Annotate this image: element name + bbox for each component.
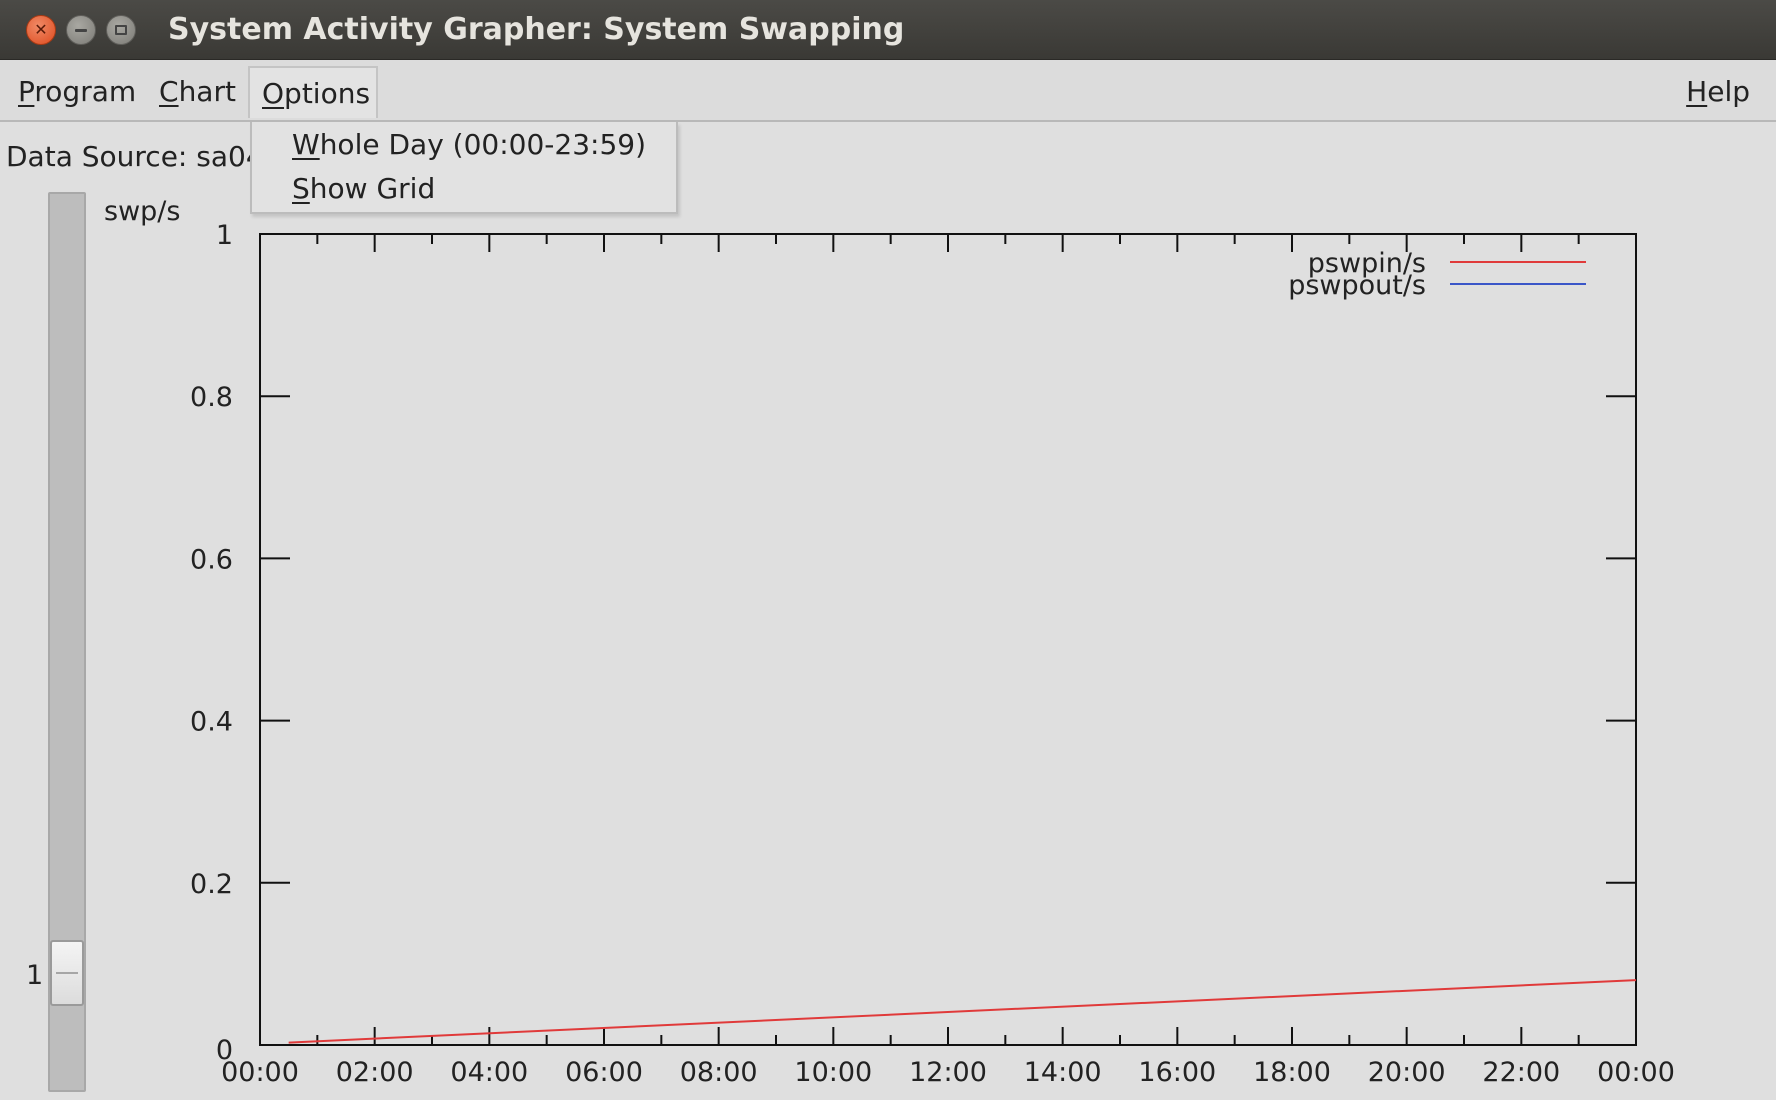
plot-frame bbox=[259, 233, 1637, 1046]
x-tick-label: 18:00 bbox=[1253, 1057, 1331, 1088]
whole-day-label: hole Day (00:00-23:59) bbox=[319, 128, 646, 161]
y-axis-label: swp/s bbox=[104, 196, 180, 227]
y-tick-label: 0.8 bbox=[190, 382, 233, 413]
y-tick-label: 0.6 bbox=[190, 544, 233, 575]
x-tick-label: 14:00 bbox=[1024, 1057, 1102, 1088]
x-tick-label: 06:00 bbox=[565, 1057, 643, 1088]
options-dropdown-menu: Whole Day (00:00-23:59) Show Grid bbox=[250, 122, 678, 214]
x-tick-label: 20:00 bbox=[1368, 1057, 1446, 1088]
x-tick-label: 00:00 bbox=[1597, 1057, 1675, 1088]
menu-item-show-grid[interactable]: Show Grid bbox=[292, 172, 435, 205]
x-tick-label: 10:00 bbox=[794, 1057, 872, 1088]
series-line bbox=[288, 979, 1637, 1044]
show-grid-mnemonic: S bbox=[292, 172, 310, 205]
show-grid-label: how Grid bbox=[309, 172, 436, 205]
x-tick-label: 22:00 bbox=[1482, 1057, 1560, 1088]
y-tick-label: 0.2 bbox=[190, 869, 233, 900]
x-tick-label: 04:00 bbox=[450, 1057, 528, 1088]
y-tick-label: 0.4 bbox=[190, 707, 233, 738]
x-tick-label: 08:00 bbox=[680, 1057, 758, 1088]
x-tick-label: 12:00 bbox=[909, 1057, 987, 1088]
x-tick-label: 00:00 bbox=[221, 1057, 299, 1088]
menu-item-whole-day[interactable]: Whole Day (00:00-23:59) bbox=[292, 128, 646, 161]
whole-day-mnemonic: W bbox=[292, 128, 320, 161]
x-tick-label: 16:00 bbox=[1138, 1057, 1216, 1088]
legend-label: pswpout/s bbox=[1288, 270, 1426, 301]
x-tick-label: 02:00 bbox=[336, 1057, 414, 1088]
app-window: ✕ System Activity Grapher: System Swappi… bbox=[0, 0, 1776, 1100]
y-tick-label: 1 bbox=[216, 220, 233, 251]
